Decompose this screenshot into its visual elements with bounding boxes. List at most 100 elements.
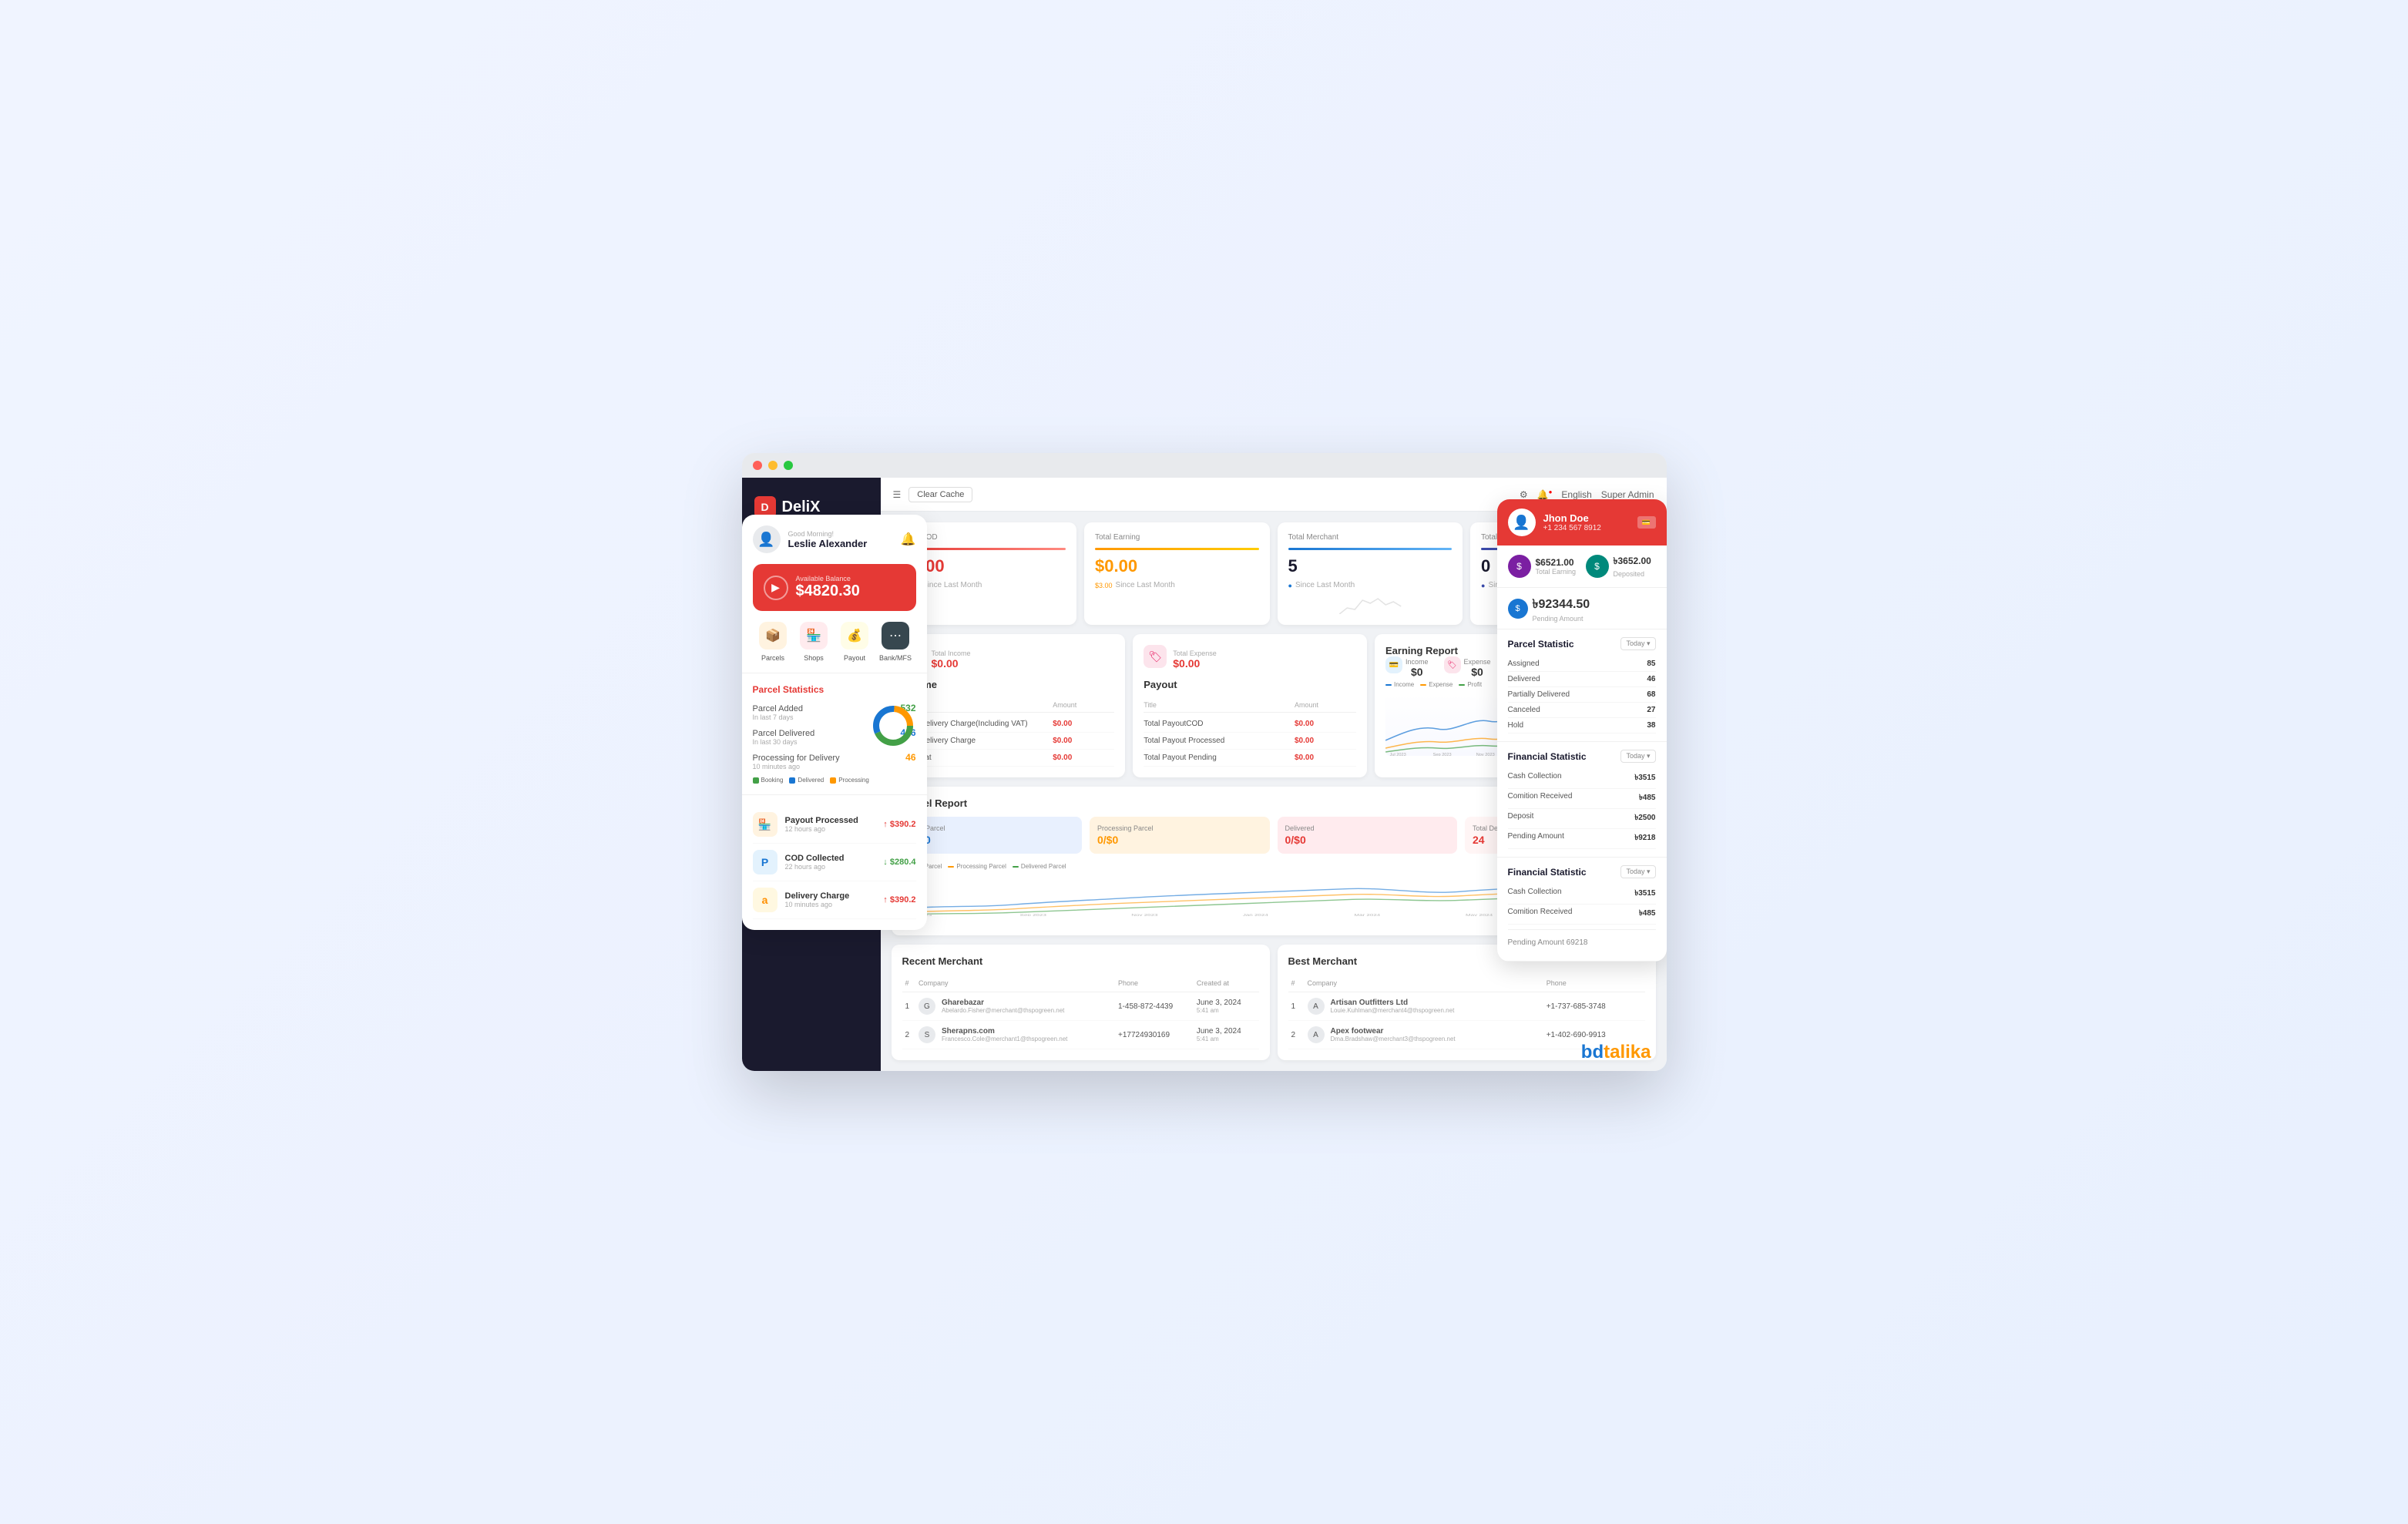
income-row-3: Total Vat $0.00 bbox=[902, 750, 1115, 767]
payout-time: 12 hours ago bbox=[785, 825, 876, 833]
expense-icon-small: 🏷 bbox=[1444, 656, 1461, 673]
merchant-avatar: A bbox=[1308, 1026, 1325, 1043]
donut-chart bbox=[870, 703, 916, 753]
table-row: 1 A Artisan Outfitters Ltd Louie.Kuhlman… bbox=[1288, 992, 1645, 1021]
user-menu[interactable]: Super Admin bbox=[1601, 489, 1654, 500]
income-row-1: Total Delivery Charge(Including VAT) $0.… bbox=[902, 716, 1115, 733]
section-header: Parcel Statistic Today ▾ bbox=[1508, 637, 1656, 650]
fin-row-deposit: Deposit ৳2500 bbox=[1508, 809, 1656, 829]
parcel-stat-rows: Assigned 85 Delivered 46 Partially Deliv… bbox=[1508, 656, 1656, 733]
payout-item-info: Delivery Charge 10 minutes ago bbox=[785, 891, 876, 908]
balance-value: $4820.30 bbox=[796, 582, 860, 600]
stat-row-canceled: Canceled 27 bbox=[1508, 703, 1656, 718]
merchant-avatar: A bbox=[1308, 998, 1325, 1015]
payout-item-3: a Delivery Charge 10 minutes ago ↑ $390.… bbox=[753, 881, 916, 919]
ps-label: Processing for Delivery bbox=[753, 754, 840, 763]
rc-deposited-label: Deposited bbox=[1614, 570, 1651, 578]
qa-label: Payout bbox=[844, 654, 865, 662]
balance-label: Available Balance bbox=[796, 575, 860, 582]
svg-text:Jan 2024: Jan 2024 bbox=[1242, 913, 1268, 916]
bdtalika-watermark: bdtalika bbox=[1581, 1042, 1651, 1063]
notification-bell[interactable]: 🔔 bbox=[901, 532, 916, 547]
qa-payout[interactable]: 💰 Payout bbox=[835, 622, 875, 662]
parcels-qa-icon: 📦 bbox=[759, 622, 787, 650]
balance-arrow[interactable]: ▶ bbox=[764, 576, 788, 600]
payout-amount: ↑ $390.2 bbox=[883, 895, 915, 905]
recent-merchant-panel: Recent Merchant # Company Phone Created … bbox=[892, 945, 1270, 1060]
financial-stat-rows: Cash Collection ৳3515 Comition Received … bbox=[1508, 769, 1656, 849]
pr-stat-label: Delivered bbox=[1285, 824, 1450, 832]
parcel-stats-card: Parcel Statistics Parcel Added In last 7… bbox=[742, 673, 927, 794]
earning-icon: $ bbox=[1508, 555, 1531, 578]
expense-value: $0 bbox=[1464, 666, 1491, 678]
stats-legend: Booking Delivered Processing bbox=[753, 777, 916, 784]
parcel-stat-filter[interactable]: Today ▾ bbox=[1620, 637, 1655, 650]
ps-processing: Processing for Delivery 10 minutes ago 4… bbox=[753, 752, 916, 770]
stat-row-hold: Hold 38 bbox=[1508, 718, 1656, 733]
clear-cache-button[interactable]: Clear Cache bbox=[908, 487, 972, 502]
window-chrome bbox=[742, 453, 1667, 478]
pr-stat-new: New Parcel 0/$0 bbox=[902, 817, 1083, 854]
expense-legend-dot bbox=[1420, 684, 1426, 686]
financial-stat2-rows: Cash Collection ৳3515 Comition Received … bbox=[1508, 885, 1656, 925]
right-floating-card: 👤 Jhon Doe +1 234 567 8912 💳 $ $6521.00 … bbox=[1497, 499, 1667, 962]
settings-icon[interactable]: ⚙ bbox=[1520, 489, 1528, 500]
parcel-stats-title: Parcel Statistics bbox=[753, 684, 916, 695]
col-phone: Phone bbox=[1543, 975, 1645, 992]
payout-qa-icon: 💰 bbox=[841, 622, 868, 650]
ps-label: Parcel Delivered bbox=[753, 729, 815, 738]
payout-item-info: COD Collected 22 hours ago bbox=[785, 854, 876, 871]
logo-text: DeliX bbox=[782, 498, 821, 516]
menu-icon[interactable]: ☰ bbox=[893, 489, 902, 500]
payout-item-icon: 🏪 bbox=[753, 812, 777, 837]
col-company: Company bbox=[915, 975, 1115, 992]
col-phone: Phone bbox=[1115, 975, 1194, 992]
qa-parcels[interactable]: 📦 Parcels bbox=[753, 622, 794, 662]
maximize-dot[interactable] bbox=[784, 461, 793, 470]
pr-stat-delivered: Delivered 0/$0 bbox=[1278, 817, 1458, 854]
pr-stat-value: 0/$0 bbox=[1285, 834, 1450, 846]
rc-deposited-value: ৳3652.00 bbox=[1614, 555, 1651, 570]
fin-row-cash: Cash Collection ৳3515 bbox=[1508, 769, 1656, 789]
lc-header: 👤 Good Morning! Leslie Alexander 🔔 bbox=[742, 515, 927, 564]
rc-avatar: 👤 bbox=[1508, 509, 1536, 536]
income-value: $0 bbox=[1406, 666, 1429, 678]
table-row: 2 S Sherapns.com Francesco.Cole@merchant… bbox=[902, 1021, 1259, 1049]
notification-icon[interactable]: 🔔● bbox=[1537, 488, 1553, 500]
topbar-right: ⚙ 🔔● English Super Admin bbox=[1520, 488, 1654, 500]
income-label: Income bbox=[1406, 658, 1429, 666]
payout-amount: ↓ $280.4 bbox=[883, 858, 915, 867]
fin2-row-cash: Cash Collection ৳3515 bbox=[1508, 885, 1656, 905]
balance-card: ▶ Available Balance $4820.30 bbox=[753, 564, 916, 611]
total-income-value: $0.00 bbox=[932, 657, 971, 670]
financial-stat-filter[interactable]: Today ▾ bbox=[1620, 750, 1655, 763]
income-legend-dot bbox=[1385, 684, 1392, 686]
minimize-dot[interactable] bbox=[768, 461, 777, 470]
stat-row-assigned: Assigned 85 bbox=[1508, 656, 1656, 672]
stat-label: Total Merchant bbox=[1288, 533, 1453, 542]
stat-bar bbox=[1095, 548, 1259, 550]
pending-amount: ৳92344.50 bbox=[1533, 594, 1590, 615]
qa-label: Bank/MFS bbox=[879, 654, 912, 662]
er-income: 💳 Income $0 bbox=[1385, 656, 1429, 681]
rc-balance: $ $6521.00 Total Earning $ ৳3652.00 Depo… bbox=[1497, 545, 1667, 588]
qa-bankmfs[interactable]: ⋯ Bank/MFS bbox=[875, 622, 916, 662]
ps-sublabel: In last 30 days bbox=[753, 738, 815, 746]
qa-shops[interactable]: 🏪 Shops bbox=[794, 622, 835, 662]
table-header-row: # Company Phone Created at bbox=[902, 975, 1259, 992]
stat-sub: $3.00 Since Last Month bbox=[1095, 581, 1259, 589]
fin-row-comition: Comition Received ৳485 bbox=[1508, 789, 1656, 809]
close-dot[interactable] bbox=[753, 461, 762, 470]
language-selector[interactable]: English bbox=[1561, 489, 1591, 500]
ps-label: Parcel Added bbox=[753, 704, 803, 713]
financial-stat2-filter[interactable]: Today ▾ bbox=[1620, 865, 1655, 878]
payout-time: 22 hours ago bbox=[785, 863, 876, 871]
qa-label: Parcels bbox=[761, 654, 784, 662]
expense-label: Expense bbox=[1464, 658, 1491, 666]
er-title: Earning Report bbox=[1385, 645, 1458, 656]
svg-text:May 2024: May 2024 bbox=[1466, 913, 1493, 916]
col-num: # bbox=[1288, 975, 1305, 992]
section-header: Financial Statistic Today ▾ bbox=[1508, 750, 1656, 763]
pr-stat-value: 0/$0 bbox=[1097, 834, 1262, 846]
svg-text:Jul 2023: Jul 2023 bbox=[1390, 753, 1406, 756]
